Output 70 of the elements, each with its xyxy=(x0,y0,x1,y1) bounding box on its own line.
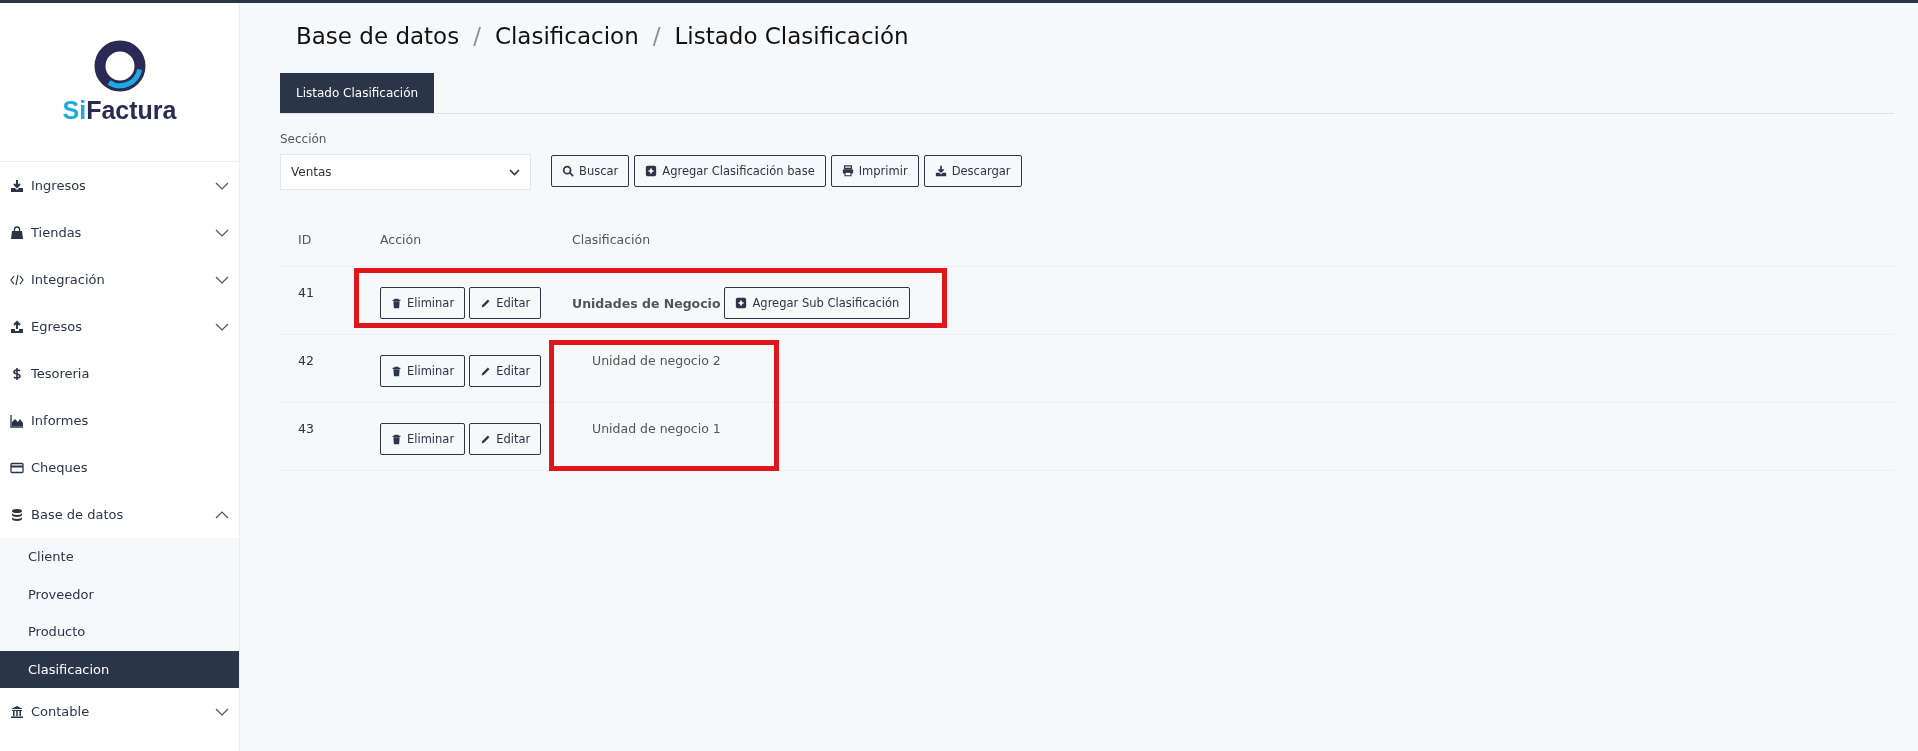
sidebar-item[interactable]: Cheques xyxy=(0,444,239,491)
chevron-down-icon xyxy=(215,322,229,331)
upload-icon xyxy=(10,319,24,334)
breadcrumb-separator: / xyxy=(652,23,661,49)
column-header: ID xyxy=(298,231,312,247)
column-header: Clasificación xyxy=(572,231,651,247)
credit-card-icon xyxy=(10,460,24,475)
pencil-icon xyxy=(480,365,492,377)
delete-button[interactable]: Eliminar xyxy=(380,355,466,387)
breadcrumb-item: Listado Clasificación xyxy=(674,23,909,49)
sidebar-item[interactable]: Egresos xyxy=(0,303,239,350)
sidebar-item[interactable]: Informes xyxy=(0,397,239,444)
breadcrumb-item[interactable]: Base de datos xyxy=(296,23,460,49)
id-cell: 41 xyxy=(298,285,314,300)
shopping-bag-icon xyxy=(10,225,24,240)
delete-button[interactable]: Eliminar xyxy=(380,423,466,455)
plus-square-icon xyxy=(645,165,658,177)
toolbar-button[interactable]: Agregar Clasificación base xyxy=(634,155,826,187)
trash-icon xyxy=(391,297,402,309)
id-cell: 42 xyxy=(298,353,314,368)
chevron-down-icon xyxy=(509,168,520,176)
database-icon xyxy=(10,507,24,522)
logo-ring-icon xyxy=(93,39,146,92)
classification-name: Unidades de Negocio xyxy=(572,295,721,311)
toolbar-button[interactable]: Buscar xyxy=(551,155,630,187)
chevron-up-icon xyxy=(215,510,229,519)
area-chart-icon xyxy=(10,413,24,428)
edit-button[interactable]: Editar xyxy=(469,423,542,455)
column-header: Acción xyxy=(380,231,422,247)
breadcrumb-separator: / xyxy=(473,23,481,49)
plus-square-icon xyxy=(735,297,748,309)
bank-icon xyxy=(10,704,24,719)
sidebar-item[interactable]: Ingresos xyxy=(0,162,239,209)
chevron-down-icon xyxy=(215,228,229,237)
sidebar-item[interactable]: Base de datos xyxy=(0,491,239,538)
chevron-down-icon xyxy=(215,275,229,284)
sidebar-subitem[interactable]: Producto xyxy=(0,613,239,651)
code-icon xyxy=(10,272,24,287)
breadcrumb-item[interactable]: Clasificacion xyxy=(494,23,639,49)
sidebar-subitem[interactable]: Cliente xyxy=(0,538,239,576)
section-select[interactable]: Ventas xyxy=(280,154,531,190)
edit-button[interactable]: Editar xyxy=(469,355,542,387)
trash-icon xyxy=(391,365,402,377)
subclassification-name: Unidad de negocio 1 xyxy=(591,421,721,436)
dollar-icon xyxy=(10,366,24,381)
tab[interactable]: Listado Clasificación xyxy=(280,73,435,113)
toolbar-button[interactable]: Descargar xyxy=(923,155,1022,187)
sidebar-subitem[interactable]: Proveedor xyxy=(0,575,239,613)
download-icon xyxy=(10,178,24,193)
print-icon xyxy=(841,165,854,177)
logo-text: SiFactura xyxy=(62,95,177,125)
sidebar-item[interactable]: Integración xyxy=(0,256,239,303)
field-label: Sección xyxy=(280,132,328,146)
trash-icon xyxy=(391,433,402,445)
chevron-down-icon xyxy=(215,707,229,716)
sidebar-item[interactable]: Tesoreria xyxy=(0,350,239,397)
pencil-icon xyxy=(480,433,492,445)
download-icon xyxy=(934,165,947,177)
edit-button[interactable]: Editar xyxy=(469,287,542,319)
sidebar-item[interactable]: Tiendas xyxy=(0,209,239,256)
id-cell: 43 xyxy=(298,421,314,436)
toolbar-button[interactable]: Imprimir xyxy=(830,155,919,187)
delete-button[interactable]: Eliminar xyxy=(380,287,466,319)
sidebar-subitem[interactable]: Clasificacion xyxy=(0,650,239,688)
subclassification-name: Unidad de negocio 2 xyxy=(591,353,721,368)
chevron-down-icon xyxy=(215,181,229,190)
sidebar-item[interactable]: Contable xyxy=(0,688,239,735)
add-subclassification-button[interactable]: Agregar Sub Clasificación xyxy=(724,287,911,319)
search-icon xyxy=(562,165,574,177)
pencil-icon xyxy=(480,297,492,309)
